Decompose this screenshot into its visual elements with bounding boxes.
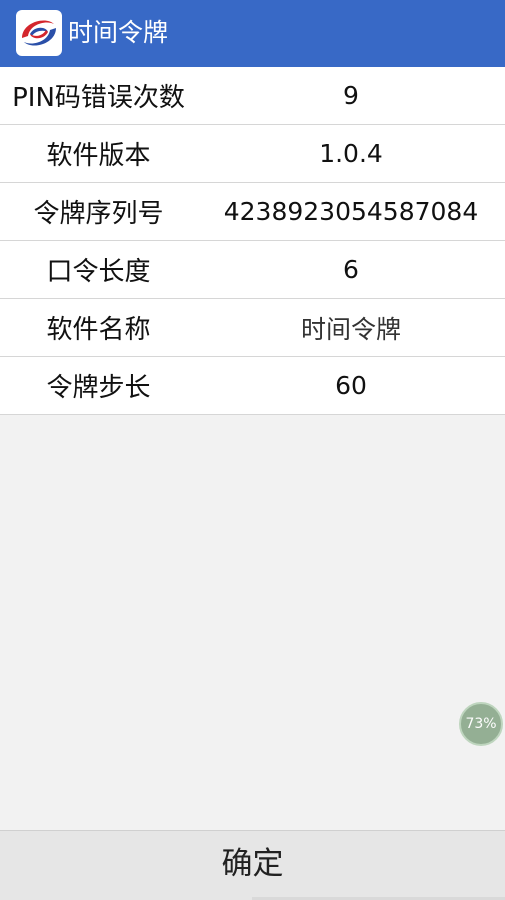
info-value: 1.0.4 (319, 139, 383, 168)
info-label: 口令长度 (46, 257, 151, 287)
info-label: 令牌步长 (46, 373, 151, 403)
info-value: 时间令牌 (300, 314, 401, 344)
info-value: 9 (343, 81, 359, 110)
info-value: 6 (343, 255, 359, 284)
app-header: 时间令牌 (0, 0, 505, 67)
floating-battery-indicator[interactable]: 73% (459, 702, 503, 746)
info-row-software-name: 软件名称 时间令牌 (0, 299, 505, 357)
app-logo-icon (16, 10, 62, 56)
app-title: 时间令牌 (68, 18, 169, 47)
info-label: 软件版本 (46, 141, 151, 171)
info-row-token-step: 令牌步长 60 (0, 357, 505, 415)
info-label: 令牌序列号 (33, 199, 164, 229)
info-row-software-version: 软件版本 1.0.4 (0, 125, 505, 183)
info-row-pin-errors: PIN码错误次数 9 (0, 67, 505, 125)
confirm-button[interactable]: 确定 (0, 830, 505, 900)
info-value: 4238923054587084 (223, 197, 479, 226)
info-row-password-length: 口令长度 6 (0, 241, 505, 299)
info-label: 软件名称 (46, 315, 151, 345)
info-value: 60 (335, 371, 367, 400)
info-label: PIN码错误次数 (12, 83, 185, 113)
token-info-table: PIN码错误次数 9 软件版本 1.0.4 令牌序列号 423892305458… (0, 67, 505, 415)
info-row-serial-number: 令牌序列号 4238923054587084 (0, 183, 505, 241)
